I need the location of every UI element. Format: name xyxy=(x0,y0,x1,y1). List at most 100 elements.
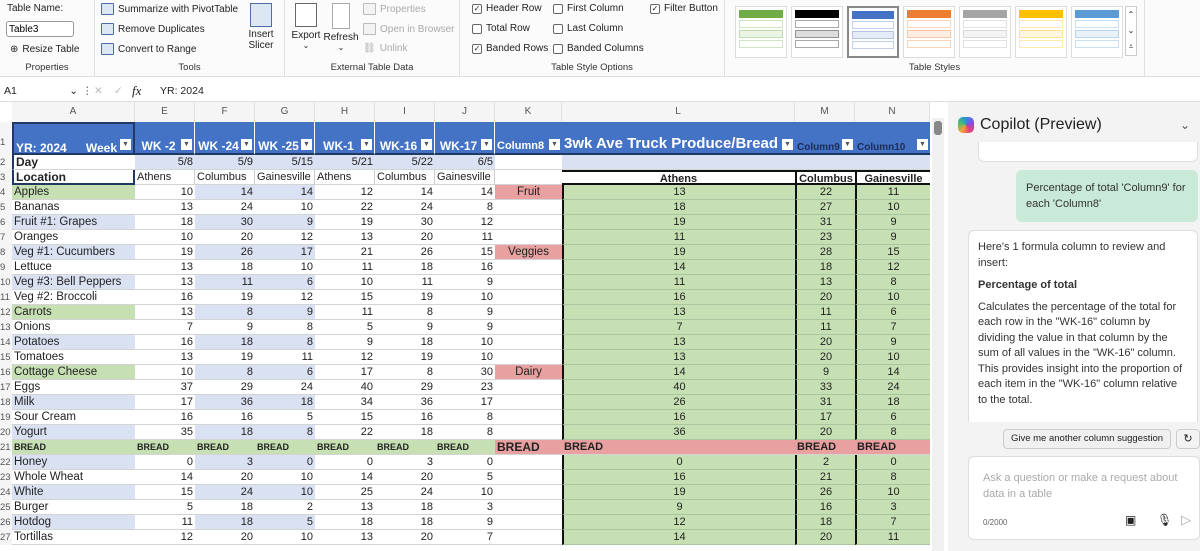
category-cell[interactable] xyxy=(495,305,562,320)
value-cell[interactable]: 8 xyxy=(435,410,495,425)
value-cell[interactable]: 19 xyxy=(375,290,435,305)
average-cell[interactable]: 16 xyxy=(562,470,795,485)
location-label[interactable]: Location xyxy=(12,170,135,185)
value-cell[interactable]: 10 xyxy=(315,275,375,290)
vertical-scrollbar[interactable] xyxy=(932,118,944,551)
chat-input[interactable]: Ask a question or make a request about d… xyxy=(983,470,1193,502)
value-cell[interactable]: 18 xyxy=(195,515,255,530)
value-cell[interactable]: 14 xyxy=(195,185,255,200)
value-cell[interactable]: 18 xyxy=(375,425,435,440)
chat-input-box[interactable]: Ask a question or make a request about d… xyxy=(968,456,1200,540)
column10-cell[interactable]: 6 xyxy=(855,410,930,425)
value-cell[interactable]: 20 xyxy=(375,530,435,545)
value-cell[interactable]: 15 xyxy=(315,410,375,425)
table-name-input[interactable] xyxy=(6,21,74,37)
scroll-thumb[interactable] xyxy=(934,121,942,135)
value-cell[interactable]: 13 xyxy=(315,230,375,245)
column-header-G[interactable]: G xyxy=(255,102,315,122)
category-cell[interactable]: Fruit xyxy=(495,185,562,200)
average-cell[interactable]: 14 xyxy=(562,365,795,380)
row-header[interactable]: 19 xyxy=(0,410,12,425)
convert-range-button[interactable]: Convert to Range xyxy=(101,43,196,55)
row-header[interactable]: 24 xyxy=(0,485,12,500)
row-header[interactable]: 16 xyxy=(0,365,12,380)
value-cell[interactable]: 20 xyxy=(375,230,435,245)
category-cell[interactable] xyxy=(495,275,562,290)
value-cell[interactable]: 8 xyxy=(255,320,315,335)
column10-cell[interactable]: 12 xyxy=(855,260,930,275)
filter-dropdown-icon[interactable]: ▼ xyxy=(120,139,131,150)
filter-dropdown-icon[interactable]: ▼ xyxy=(181,139,192,150)
column-header-E[interactable]: E xyxy=(135,102,195,122)
category-cell[interactable] xyxy=(495,215,562,230)
item-label[interactable]: Fruit #1: Grapes xyxy=(12,215,135,230)
average-cell[interactable]: 13 xyxy=(562,335,795,350)
value-cell[interactable]: 8 xyxy=(435,200,495,215)
value-cell[interactable]: 14 xyxy=(135,470,195,485)
item-label[interactable]: Veg #3: Bell Peppers xyxy=(12,275,135,290)
value-cell[interactable]: 12 xyxy=(255,230,315,245)
value-cell[interactable]: 18 xyxy=(375,335,435,350)
average-cell[interactable]: 13 xyxy=(562,305,795,320)
day-cell[interactable]: 5/8 xyxy=(135,155,195,170)
day-cell[interactable]: 5/15 xyxy=(255,155,315,170)
column10-cell[interactable]: 15 xyxy=(855,245,930,260)
value-cell[interactable]: 13 xyxy=(135,260,195,275)
value-cell[interactable]: 11 xyxy=(135,515,195,530)
insert-slicer-button[interactable]: Insert Slicer xyxy=(243,3,279,51)
column9-cell[interactable]: 21 xyxy=(795,470,855,485)
value-cell[interactable]: 14 xyxy=(255,185,315,200)
row-header[interactable]: 1 xyxy=(0,122,12,155)
value-cell[interactable]: 8 xyxy=(375,365,435,380)
row-header[interactable]: 22 xyxy=(0,455,12,470)
item-label[interactable]: White xyxy=(12,485,135,500)
filter-dropdown-icon[interactable]: ▼ xyxy=(361,139,372,150)
average-cell[interactable]: 16 xyxy=(562,290,795,305)
value-cell[interactable]: 8 xyxy=(435,425,495,440)
item-label[interactable]: Veg #1: Cucumbers xyxy=(12,245,135,260)
formula-input[interactable]: YR: 2024 xyxy=(154,85,204,97)
column-header-I[interactable]: I xyxy=(375,102,435,122)
suggestion-button[interactable]: Give me another column suggestion xyxy=(1003,429,1171,449)
average-cell[interactable]: 14 xyxy=(562,530,795,545)
row-header[interactable]: 3 xyxy=(0,170,12,185)
table-style-swatch[interactable] xyxy=(791,6,843,58)
value-cell[interactable]: 12 xyxy=(435,215,495,230)
column9-cell[interactable]: 18 xyxy=(795,260,855,275)
row-header[interactable]: 17 xyxy=(0,380,12,395)
average-cell[interactable]: 0 xyxy=(562,455,795,470)
value-cell[interactable]: 23 xyxy=(435,380,495,395)
value-cell[interactable]: 17 xyxy=(315,365,375,380)
value-cell[interactable]: 18 xyxy=(195,500,255,515)
value-cell[interactable]: 17 xyxy=(135,395,195,410)
header-cell-a[interactable]: YR: 2024 Week ▼ xyxy=(12,122,135,155)
category-cell[interactable] xyxy=(495,425,562,440)
value-cell[interactable]: 7 xyxy=(435,530,495,545)
item-label[interactable]: Onions xyxy=(12,320,135,335)
value-cell[interactable]: 11 xyxy=(315,260,375,275)
location-cell[interactable]: Gainesville xyxy=(855,170,930,185)
value-cell[interactable]: 18 xyxy=(315,515,375,530)
value-cell[interactable]: 12 xyxy=(315,185,375,200)
value-cell[interactable]: 11 xyxy=(375,275,435,290)
row-header[interactable]: 26 xyxy=(0,515,12,530)
average-cell[interactable]: 19 xyxy=(562,485,795,500)
value-cell[interactable]: 9 xyxy=(375,320,435,335)
cell[interactable] xyxy=(562,155,930,170)
column9-cell[interactable]: 9 xyxy=(795,365,855,380)
item-label[interactable]: Oranges xyxy=(12,230,135,245)
checkbox-banded-rows[interactable]: ✓ Banded Rows xyxy=(472,43,548,54)
row-header[interactable]: 6 xyxy=(0,215,12,230)
column10-cell[interactable]: 8 xyxy=(855,425,930,440)
row-header[interactable]: 4 xyxy=(0,185,12,200)
value-cell[interactable]: 2 xyxy=(255,500,315,515)
row-header[interactable]: 14 xyxy=(0,335,12,350)
row-header[interactable]: 8 xyxy=(0,245,12,260)
category-cell[interactable] xyxy=(495,470,562,485)
value-cell[interactable]: 8 xyxy=(375,305,435,320)
value-cell[interactable]: 6 xyxy=(255,365,315,380)
filter-dropdown-icon[interactable]: ▼ xyxy=(421,139,432,150)
category-cell[interactable]: BREAD xyxy=(495,440,562,455)
column-header-F[interactable]: F xyxy=(195,102,255,122)
resize-table-button[interactable]: ⊕ Resize Table xyxy=(10,44,79,55)
